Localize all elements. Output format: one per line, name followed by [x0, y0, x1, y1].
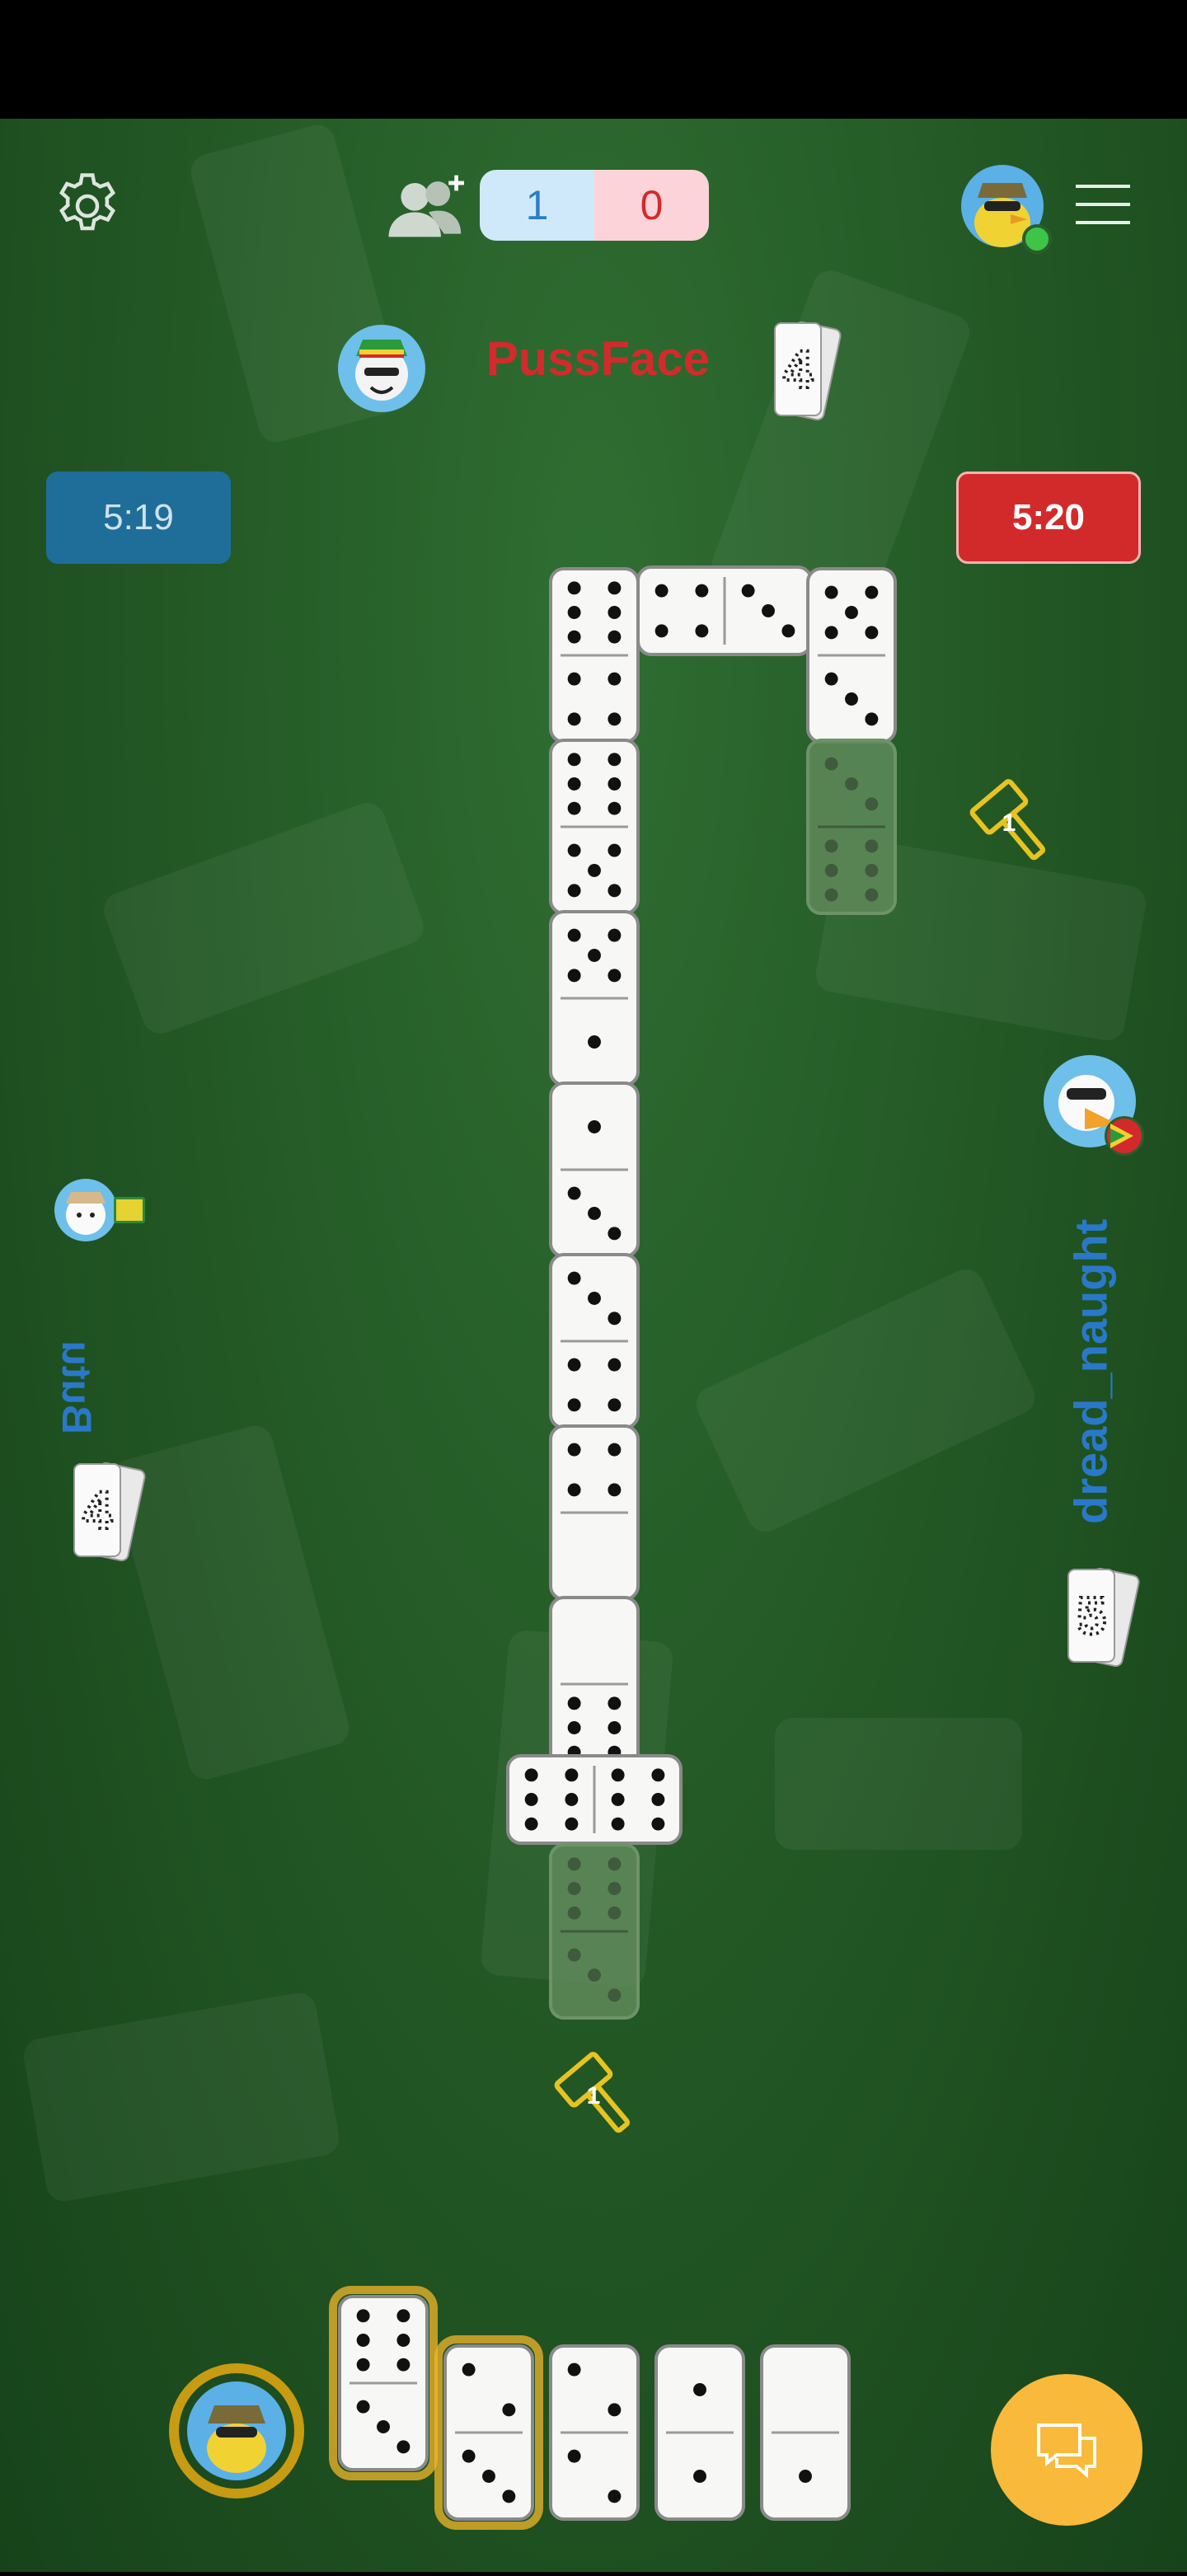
online-status-dot: [1022, 224, 1052, 254]
opponent-right-tile-count: 5: [1057, 1563, 1147, 1679]
opponent-top-tile-count: 4: [765, 318, 847, 429]
svg-text:1: 1: [1002, 809, 1016, 837]
top-player-timer: 5:20: [956, 472, 1141, 564]
placement-marker-bottom[interactable]: 1: [547, 2046, 646, 2145]
svg-text:1: 1: [587, 2082, 601, 2109]
placement-marker-right[interactable]: 1: [963, 773, 1062, 872]
add-friends-icon: [388, 175, 464, 237]
gavel-icon: 1: [969, 779, 1046, 861]
chat-icon: [1037, 2424, 1096, 2479]
background-pattern: [480, 1629, 674, 1988]
background-pattern: [690, 1263, 1041, 1538]
status-bar: [0, 0, 1187, 119]
self-turn-avatar: [168, 2363, 305, 2499]
tile-count-value: 4: [783, 340, 813, 399]
ghost-character-icon: [66, 1192, 106, 1235]
svg-text:5: 5: [1077, 1586, 1106, 1645]
opponent-top-avatar[interactable]: [338, 325, 425, 412]
score-team-blue: 1: [480, 170, 594, 241]
gear-icon: [59, 173, 115, 231]
team-score: 1 0: [480, 170, 709, 241]
left-player-timer: 5:19: [46, 472, 231, 564]
rasta-character-icon: [355, 340, 408, 401]
menu-button[interactable]: [1068, 170, 1138, 239]
svg-text:4: 4: [82, 1480, 112, 1540]
gavel-icon: 1: [554, 2052, 631, 2133]
background-pattern: [99, 797, 429, 1039]
score-team-red: 0: [594, 170, 709, 241]
opponent-left-name: Butu: [54, 1340, 100, 1434]
background-pattern: [775, 1718, 1022, 1850]
opponent-right-name: dread_naught: [1064, 1218, 1117, 1525]
opponent-left-avatar[interactable]: [54, 1179, 117, 1241]
opponent-top-name: PussFace: [486, 332, 710, 386]
settings-button[interactable]: [46, 165, 129, 247]
opponent-left-tile-count: 4: [66, 1459, 157, 1570]
background-pattern: [21, 1990, 342, 2204]
hamburger-menu-icon: [1076, 185, 1130, 224]
country-flag-icon: [114, 1197, 145, 1223]
country-flag-icon: [1105, 1116, 1144, 1156]
chat-button[interactable]: [991, 2374, 1142, 2526]
turn-timer-ring: [169, 2363, 304, 2499]
add-friends-button[interactable]: [382, 165, 475, 247]
